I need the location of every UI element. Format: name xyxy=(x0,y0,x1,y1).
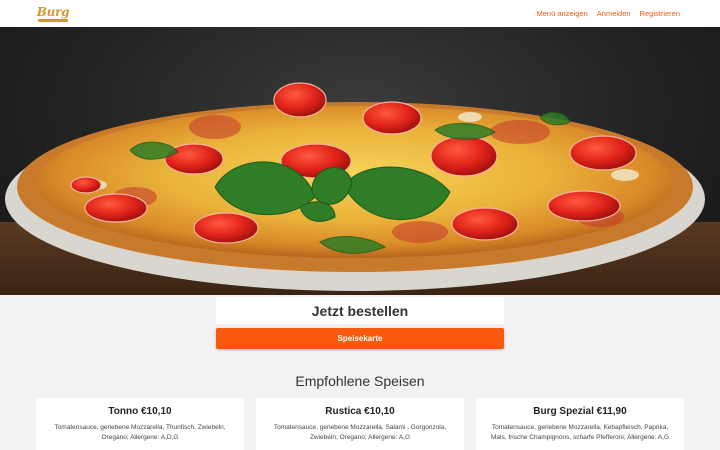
dish-description: Tomatensauce, geriebene Mozzarella, Sala… xyxy=(273,424,447,441)
brand-logo[interactable]: Burg xyxy=(36,4,70,24)
order-panel: Jetzt bestellen xyxy=(216,297,504,324)
dish-description: Tomatensauce, geriebene Mozzarella, Keba… xyxy=(491,424,669,441)
pizza-illustration xyxy=(0,82,720,295)
logo-wordmark: Burg xyxy=(36,4,70,19)
navbar: Burg Menü anzeigen Anmelden Registrieren xyxy=(0,0,720,27)
nav-link-menu[interactable]: Menü anzeigen xyxy=(536,9,587,18)
nav-links: Menü anzeigen Anmelden Registrieren xyxy=(536,9,680,18)
dish-title: Burg Spezial €11,90 xyxy=(533,406,627,417)
dish-card-rustica[interactable]: Rustica €10,10 Tomatensauce, geriebene M… xyxy=(256,398,464,450)
featured-cards: Tonno €10,10 Tomatensauce, geriebene Moz… xyxy=(36,398,684,450)
menu-button[interactable]: Speisekarte xyxy=(216,328,504,349)
hero-pizza-image xyxy=(0,27,720,295)
dish-description: Tomatensauce, geriebene Mozzarella, Thun… xyxy=(54,424,226,441)
nav-link-login[interactable]: Anmelden xyxy=(597,9,631,18)
logo-underline xyxy=(38,18,68,22)
nav-link-register[interactable]: Registrieren xyxy=(640,9,680,18)
dish-card-burg-spezial[interactable]: Burg Spezial €11,90 Tomatensauce, gerieb… xyxy=(476,398,684,450)
dish-title: Tonno €10,10 xyxy=(108,406,172,417)
featured-title: Empfohlene Speisen xyxy=(295,373,425,389)
order-title: Jetzt bestellen xyxy=(311,302,409,319)
dish-title: Rustica €10,10 xyxy=(325,406,395,417)
dish-card-tonno[interactable]: Tonno €10,10 Tomatensauce, geriebene Moz… xyxy=(36,398,244,450)
